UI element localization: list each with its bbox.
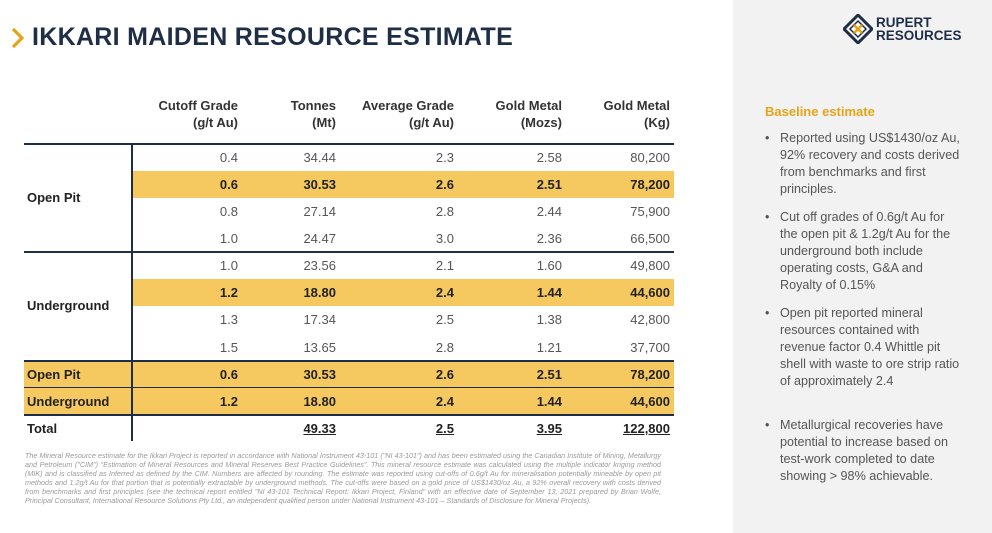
- group-label-underground: Underground: [27, 298, 110, 313]
- table-rule: [24, 251, 674, 253]
- header-gold-mozs: Gold Metal (Mozs): [495, 98, 562, 130]
- header-tonnes: Tonnes (Mt): [290, 98, 336, 130]
- table-row-highlighted: 0.6 30.53 2.6 2.51 78,200: [132, 171, 674, 198]
- table-row: 1.0 24.47 3.0 2.36 66,500: [219, 231, 670, 246]
- table-row: 1.0 23.56 2.1 1.60 49,800: [219, 258, 670, 273]
- header-gold-kg: Gold Metal (Kg): [603, 98, 670, 130]
- table-row: 0.4 34.44 2.3 2.58 80,200: [219, 150, 670, 165]
- table-row-highlighted: 1.2 18.80 2.4 1.44 44,600: [132, 279, 674, 306]
- table-rule: [24, 360, 674, 362]
- bullet-item: • Metallurgical recoveries have potential…: [765, 418, 949, 483]
- table-rule: [24, 387, 674, 388]
- table-row: 1.3 17.34 2.5 1.38 42,800: [219, 312, 670, 327]
- summary-row-open-pit: Open Pit 0.6 30.53 2.6 2.51 78,200: [24, 361, 674, 388]
- bullet-item: • Open pit reported mineral resources con…: [765, 306, 960, 388]
- logo-line-2: RESOURCES: [876, 28, 962, 43]
- bullet-item: • Reported using US$1430/oz Au, 92% recov…: [765, 131, 960, 196]
- footnote: The Mineral Resource estimate for the Ik…: [25, 451, 661, 506]
- table-row: 0.8 27.14 2.8 2.44 75,900: [219, 204, 670, 219]
- page-title: IKKARI MAIDEN RESOURCE ESTIMATE: [32, 23, 514, 51]
- summary-row-total: Total 49.33 2.5 3.95 122,800: [27, 421, 670, 436]
- side-title: Baseline estimate: [765, 104, 875, 119]
- diamond-logo-icon: [843, 14, 873, 44]
- bullet-item: • Cut off grades of 0.6g/t Au for the ope…: [765, 210, 951, 292]
- summary-row-underground: Underground 1.2 18.80 2.4 1.44 44,600: [24, 388, 674, 415]
- table-row: 1.5 13.65 2.8 1.21 37,700: [219, 340, 670, 355]
- header-cutoff: Cutoff Grade (g/t Au): [158, 98, 238, 130]
- table-rule-top: [24, 143, 674, 145]
- company-logo: RUPERT RESOURCES: [843, 14, 962, 44]
- group-label-open-pit: Open Pit: [27, 190, 81, 205]
- chevron-right-icon: [11, 27, 25, 48]
- header-grade: Average Grade (g/t Au): [361, 98, 454, 130]
- table-rule: [24, 414, 674, 416]
- title-row: IKKARI MAIDEN RESOURCE ESTIMATE: [10, 23, 513, 52]
- table-rule-vertical: [131, 143, 133, 441]
